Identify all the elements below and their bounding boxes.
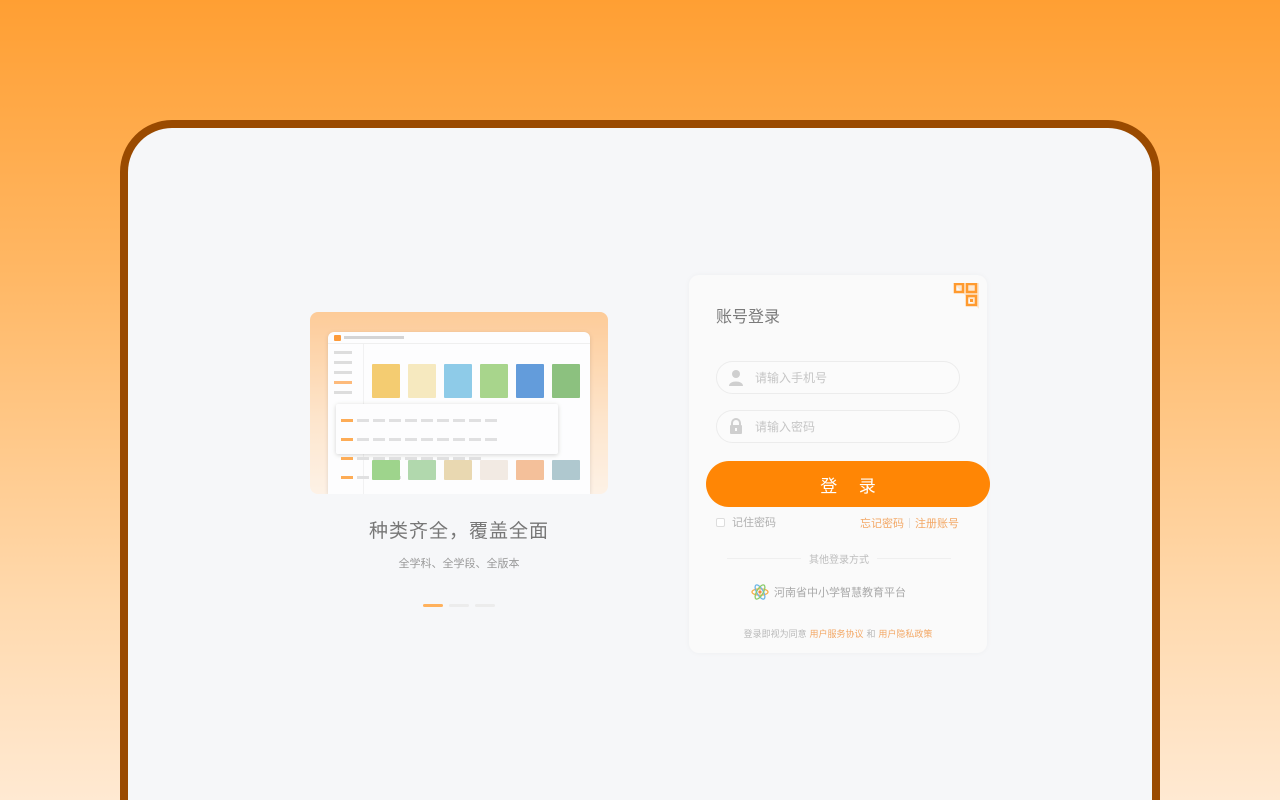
promo-subtitle: 全学科、全学段、全版本: [398, 557, 520, 570]
link-divider: [909, 518, 910, 528]
promo-image: [310, 312, 608, 494]
password-field[interactable]: [716, 410, 960, 443]
remember-password[interactable]: 记住密码: [716, 514, 776, 530]
user-icon: [727, 369, 745, 387]
agreement-and: 和: [866, 630, 876, 640]
promo-carousel: 种类齐全，覆盖全面 全学科、全学段、全版本: [310, 312, 608, 607]
carousel-dot-3[interactable]: [475, 604, 495, 607]
login-title: 账号登录: [716, 307, 781, 326]
register-link[interactable]: 注册账号: [915, 515, 959, 531]
platform-login-option[interactable]: 河南省中小学智慧教育平台: [751, 583, 906, 601]
promo-title: 种类齐全，覆盖全面: [368, 520, 549, 542]
platform-logo-icon: [751, 583, 769, 601]
agreement-prefix: 登录即视为同意: [743, 630, 807, 640]
forgot-password-link[interactable]: 忘记密码: [860, 515, 904, 531]
qr-code-icon[interactable]: [953, 282, 979, 309]
login-panel: 账号登录 请输入手机号 登 录 记住密码 忘记密码 注册账号 其他登录方式 河南…: [689, 275, 990, 653]
remember-label: 记住密码: [732, 516, 776, 529]
account-links: 忘记密码 注册账号: [860, 515, 959, 531]
carousel-dot-2[interactable]: [449, 604, 469, 607]
phone-field[interactable]: [716, 361, 960, 394]
carousel-indicators: [423, 604, 495, 607]
service-agreement-link[interactable]: 用户服务协议: [810, 630, 864, 640]
carousel-dot-1[interactable]: [423, 604, 443, 607]
password-input[interactable]: [755, 419, 945, 434]
agreement-text: 登录即视为同意 用户服务协议 和 用户隐私政策: [689, 627, 987, 640]
other-login-divider: 其他登录方式: [727, 551, 951, 566]
privacy-policy-link[interactable]: 用户隐私政策: [878, 630, 932, 640]
screen: 种类齐全，覆盖全面 全学科、全学段、全版本 账号登录 请输入手机号 登 录 记住…: [128, 128, 1152, 800]
promo-screenshot: [328, 332, 590, 494]
other-login-label: 其他登录方式: [809, 555, 869, 566]
lock-icon: [727, 418, 745, 436]
platform-name: 河南省中小学智慧教育平台: [774, 586, 906, 599]
remember-checkbox[interactable]: [716, 517, 725, 527]
login-button[interactable]: 登 录: [706, 461, 990, 507]
device-frame: 种类齐全，覆盖全面 全学科、全学段、全版本 账号登录 请输入手机号 登 录 记住…: [120, 120, 1160, 800]
phone-input[interactable]: [755, 370, 945, 385]
